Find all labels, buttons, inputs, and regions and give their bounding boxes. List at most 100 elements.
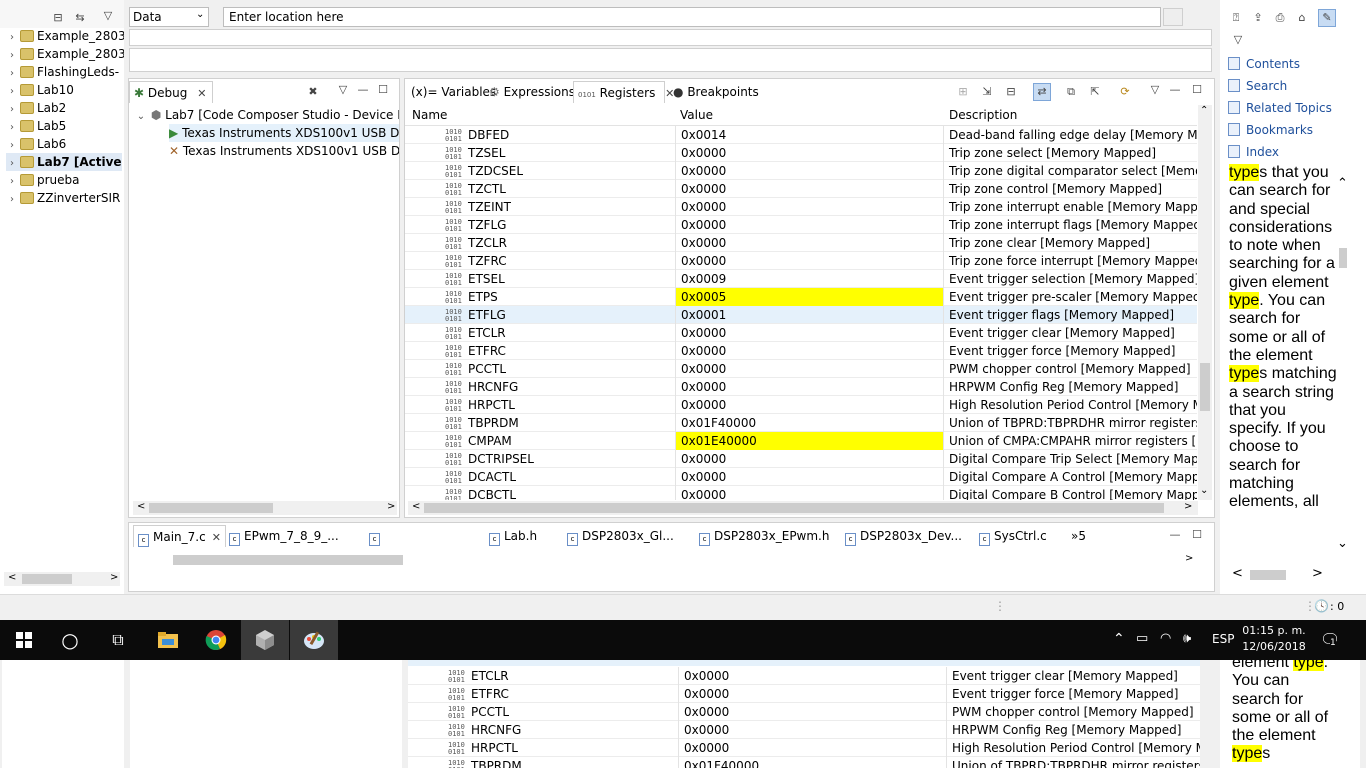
register-value[interactable]: 0x0000 [675,396,943,414]
scroll-thumb[interactable] [1200,363,1210,411]
scroll-right-icon[interactable]: > [1185,553,1193,564]
scroll-thumb[interactable] [149,503,273,513]
editor-tab[interactable]: »5 [1067,525,1090,547]
help-hscroll[interactable]: < > [1228,566,1334,582]
scroll-left-icon[interactable]: < [412,501,420,512]
scroll-right-icon[interactable]: > [387,501,395,512]
new-view-icon[interactable]: ⧉ [1063,84,1079,100]
scroll-left-icon[interactable]: < [8,572,16,583]
expand-all-icon[interactable]: ⇲ [979,84,995,100]
search-button[interactable]: ○ [46,620,94,660]
scroll-right-icon[interactable]: > [1312,566,1323,581]
group-icon[interactable]: ⊞ [955,84,971,100]
number-format-icon[interactable]: ⇄ [1033,83,1051,101]
maximize-icon[interactable]: ☐ [375,82,391,98]
scroll-up-icon[interactable]: ⌃ [1337,176,1348,191]
scroll-thumb[interactable] [424,503,1164,513]
help-link[interactable]: Bookmarks [1228,120,1313,140]
minimize-icon[interactable]: — [1167,527,1183,543]
table-row[interactable]: 1010 0101 ETSEL 0x0009 Event trigger selecti… [405,270,1197,288]
scroll-down-icon[interactable]: ⌄ [1200,485,1208,496]
column-header-description[interactable]: Description [949,105,1017,125]
tab-expressions[interactable]: ⚙ Expressions [485,81,575,103]
view-menu-chevron-icon[interactable]: ▽ [1147,82,1163,98]
pin-icon[interactable]: ⇱ [1087,84,1103,100]
scroll-thumb[interactable] [1339,248,1347,268]
tab-breakpoints[interactable]: ● Breakpoints [669,81,761,103]
tree-item[interactable]: › Lab7 [Active [6,153,122,171]
register-value[interactable]: 0x0000 [675,342,943,360]
close-icon[interactable]: ✕ [212,531,221,544]
help-link[interactable]: Search [1228,76,1287,96]
print-icon[interactable]: ⎙ [1272,10,1288,26]
refresh-icon[interactable]: ⟳ [1117,84,1133,100]
editor-tab[interactable]: c [365,525,388,547]
register-value[interactable]: 0x0000 [675,162,943,180]
tree-item[interactable]: › ZZinverterSIR [6,189,120,207]
register-value[interactable]: 0x0005 [675,288,943,306]
memory-input-row[interactable] [129,29,1212,46]
debug-target-row[interactable]: ▶ Texas Instruments XDS100v1 USB Debug [169,124,399,142]
editor-tab[interactable]: c Lab.h [485,525,541,547]
tab-debug[interactable]: ✱ Debug ✕ [129,81,213,103]
scroll-thumb[interactable] [173,555,403,565]
maximize-icon[interactable]: ☐ [1189,527,1205,543]
collapse-all-icon[interactable]: ⊟ [50,10,66,26]
battery-icon[interactable]: ▭ [1136,631,1148,646]
language-indicator[interactable]: ESP [1212,632,1234,646]
action-center-button[interactable]: 🗨 1 [1320,630,1340,650]
table-row[interactable]: 1010 0101 CMPAM 0x01E40000 Union of CMPA:CMP… [405,432,1197,450]
scroll-right-icon[interactable]: > [1184,501,1192,512]
table-row[interactable]: 1010 0101 DBFED 0x0014 Dead-band falling edg… [405,126,1197,144]
column-header-value[interactable]: Value [680,105,713,125]
editor-tab[interactable]: c DSP2803x_EPwm.h [695,525,833,547]
go-location-button[interactable] [1163,8,1183,26]
help-link[interactable]: Index [1228,142,1279,162]
maximize-icon[interactable]: ☐ [1189,82,1205,98]
editor-tab[interactable]: c DSP2803x_Dev... [841,525,966,547]
register-value[interactable]: 0x0000 [675,180,943,198]
debug-session-row[interactable]: ⌄ ⬢ Lab7 [Code Composer Studio - Device … [135,106,399,124]
home-icon[interactable]: ⌂ [1294,10,1310,26]
tree-item[interactable]: › Lab2 [6,99,66,117]
register-value[interactable]: 0x0000 [675,234,943,252]
collapse-all-icon[interactable]: ⊟ [1003,84,1019,100]
remove-all-icon[interactable]: ✖ [305,84,321,100]
location-input[interactable]: Enter location here [223,7,1161,27]
register-value[interactable]: 0x0000 [675,144,943,162]
show-in-contents-icon[interactable]: ⇪ [1250,10,1266,26]
scroll-left-icon[interactable]: < [1232,566,1243,581]
tree-item[interactable]: › Lab5 [6,117,66,135]
help-vscroll[interactable]: ⌃ ⌄ [1335,176,1351,556]
register-value[interactable]: 0x0000 [675,450,943,468]
table-row[interactable]: 1010 0101 ETCLR 0x0000 Event trigger clear [… [405,324,1197,342]
minimize-icon[interactable]: — [1167,82,1183,98]
table-row[interactable]: 1010 0101 HRPCTL 0x0000 High Resolution Peri… [405,396,1197,414]
table-row[interactable]: 1010 0101 PCCTL 0x0000 PWM chopper control [… [405,360,1197,378]
data-combo[interactable]: Data ⌄ [129,7,209,27]
help-link[interactable]: Related Topics [1228,98,1332,118]
register-value[interactable]: 0x0009 [675,270,943,288]
help-back-icon[interactable]: ⍰ [1228,10,1244,26]
table-row[interactable]: 1010 0101 TZFLG 0x0000 Trip zone interrupt f… [405,216,1197,234]
file-explorer-button[interactable] [144,620,192,660]
register-value[interactable]: 0x0000 [675,198,943,216]
tree-item[interactable]: › prueba [6,171,80,189]
editor-tab[interactable]: c DSP2803x_Gl... [563,525,678,547]
highlight-icon[interactable]: ✎ [1318,9,1336,27]
table-row[interactable]: 1010 0101 DCTRIPSEL 0x0000 Digital Compare T… [405,450,1197,468]
view-menu-chevron-icon[interactable]: ▽ [1230,32,1246,48]
table-row[interactable]: 1010 0101 TZEINT 0x0000 Trip zone interrupt … [405,198,1197,216]
close-icon[interactable]: ✕ [197,87,206,100]
ccs-button[interactable] [241,620,289,660]
scroll-down-icon[interactable]: ⌄ [1337,536,1348,551]
table-row[interactable]: 1010 0101 TZCLR 0x0000 Trip zone clear [Memo… [405,234,1197,252]
register-value[interactable]: 0x0000 [675,252,943,270]
scroll-right-icon[interactable]: > [110,572,118,583]
register-value[interactable]: 0x0000 [675,378,943,396]
tree-item[interactable]: › Example_2803 [6,45,124,63]
table-row[interactable]: 1010 0101 ETFRC 0x0000 Event trigger force [… [405,342,1197,360]
table-row[interactable]: 1010 0101 ETPS 0x0005 Event trigger pre-scal… [405,288,1197,306]
editor-tab[interactable]: c Main_7.c ✕ [133,525,226,547]
register-value[interactable]: 0x01F40000 [675,414,943,432]
